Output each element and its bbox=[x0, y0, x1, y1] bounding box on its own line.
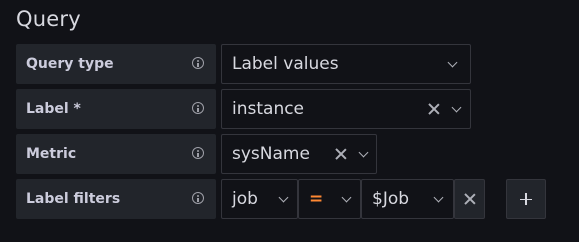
label-filters-label: Label filters bbox=[16, 179, 216, 219]
chevron-down-icon bbox=[332, 192, 360, 202]
close-icon[interactable] bbox=[332, 148, 350, 160]
label-filters-label-text: Label filters bbox=[26, 191, 121, 207]
chevron-down-icon bbox=[434, 57, 470, 67]
info-icon[interactable] bbox=[192, 102, 204, 114]
query-type-label-text: Query type bbox=[26, 56, 114, 72]
info-icon[interactable] bbox=[192, 192, 204, 204]
filter-operator-value: = bbox=[309, 189, 324, 209]
query-type-value: Label values bbox=[232, 54, 339, 74]
filter-operator-select[interactable]: = bbox=[298, 179, 361, 219]
filter-key-select[interactable]: job bbox=[221, 179, 298, 219]
info-icon[interactable] bbox=[192, 147, 204, 159]
query-type-select[interactable]: Label values bbox=[221, 44, 471, 84]
chevron-down-icon bbox=[269, 192, 297, 202]
info-icon[interactable] bbox=[192, 57, 204, 69]
add-filter-button[interactable] bbox=[506, 179, 546, 219]
metric-label-text: Metric bbox=[26, 146, 77, 162]
chevron-down-icon bbox=[442, 102, 470, 112]
section-title: Query bbox=[16, 7, 81, 31]
chevron-down-icon bbox=[350, 147, 376, 157]
filter-key-value: job bbox=[232, 189, 258, 209]
remove-filter-button[interactable] bbox=[454, 179, 485, 219]
label-name-label-text: Label * bbox=[26, 101, 81, 117]
metric-value: sysName bbox=[232, 144, 310, 164]
label-select[interactable]: instance bbox=[221, 89, 471, 129]
close-icon bbox=[464, 193, 476, 205]
metric-select[interactable]: sysName bbox=[221, 134, 377, 174]
close-icon[interactable] bbox=[426, 103, 442, 115]
label-value: instance bbox=[232, 99, 305, 119]
chevron-down-icon bbox=[423, 192, 453, 202]
label-name-label: Label * bbox=[16, 89, 216, 129]
filter-value-value: $Job bbox=[372, 189, 410, 209]
metric-label: Metric bbox=[16, 134, 216, 174]
filter-value-select[interactable]: $Job bbox=[361, 179, 454, 219]
query-type-label: Query type bbox=[16, 44, 216, 84]
